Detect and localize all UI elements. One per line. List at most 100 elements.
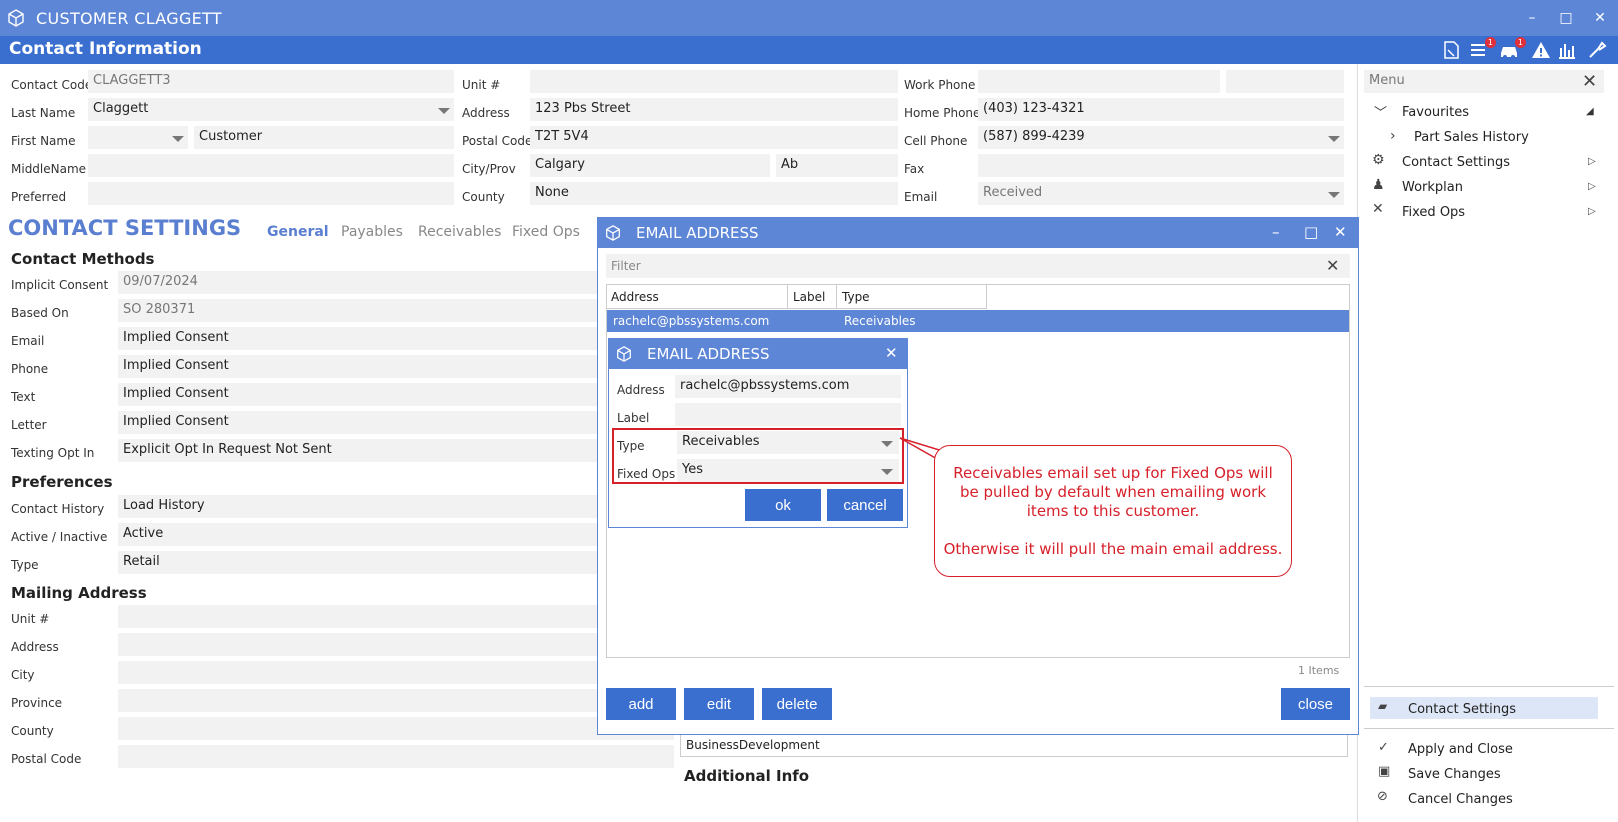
minimize-icon[interactable]: – (1272, 223, 1280, 241)
method-value[interactable]: Implied Consent (118, 383, 598, 406)
preferred-field[interactable] (88, 182, 454, 205)
menu-separator (1364, 686, 1614, 687)
triangle-right-icon[interactable]: ▷ (1588, 156, 1596, 167)
county-label: County (462, 190, 505, 204)
minimize-button[interactable]: – (1522, 8, 1542, 28)
close-window-button[interactable]: ✕ (1590, 8, 1610, 28)
chevron-down-icon[interactable] (438, 108, 450, 114)
cube-icon (617, 346, 631, 362)
method-value[interactable]: Explicit Opt In Request Not Sent (118, 439, 598, 462)
chevron-down-icon[interactable] (172, 136, 184, 142)
tools-icon[interactable] (1586, 39, 1608, 61)
close-icon[interactable]: ✕ (885, 344, 898, 362)
label-input[interactable] (675, 403, 901, 426)
mailing-field[interactable] (118, 605, 674, 628)
chart-icon[interactable] (1556, 39, 1578, 61)
maximize-button[interactable]: □ (1556, 8, 1576, 28)
pref-value[interactable]: Load History (118, 495, 598, 518)
last-name-label: Last Name (11, 106, 76, 120)
document-icon[interactable] (1440, 39, 1462, 61)
cancel-button[interactable]: cancel (827, 489, 903, 521)
pref-label: Active / Inactive (11, 530, 108, 544)
close-button[interactable]: close (1281, 688, 1350, 720)
postal-code-field[interactable]: T2T 5V4 (530, 126, 898, 149)
delete-button[interactable]: delete (762, 688, 832, 720)
mailing-label: Address (11, 640, 59, 654)
menu-search-input[interactable]: Menu (1364, 70, 1604, 93)
first-name-field[interactable]: Customer (194, 126, 454, 149)
mailing-field[interactable] (118, 633, 674, 656)
page-title: Contact Information (9, 39, 202, 59)
tab-fixed-ops[interactable]: Fixed Ops (512, 224, 580, 240)
email-address-input[interactable]: rachelc@pbssystems.com (675, 375, 901, 398)
add-button[interactable]: add (606, 688, 676, 720)
collapse-icon[interactable]: ◢ (1586, 106, 1594, 117)
method-label: Implicit Consent (11, 278, 109, 292)
table-row[interactable]: rachelc@pbssystems.com Receivables (607, 310, 1349, 332)
filter-placeholder: Filter (611, 259, 641, 273)
tab-receivables[interactable]: Receivables (418, 224, 501, 240)
selected-contact-settings[interactable]: Contact Settings (1408, 702, 1516, 717)
menu-fixed-ops[interactable]: Fixed Ops (1402, 205, 1465, 220)
maximize-icon[interactable]: □ (1304, 223, 1318, 241)
method-value: 09/07/2024 (118, 271, 598, 294)
work-ext-field[interactable] (1226, 70, 1344, 93)
column-header[interactable]: Address (611, 290, 659, 304)
mailing-field[interactable] (118, 717, 674, 740)
pref-value[interactable]: Retail (118, 551, 598, 574)
folder-icon: ▰ (1378, 699, 1388, 713)
close-icon[interactable]: ✕ (1582, 71, 1597, 92)
clear-filter-icon[interactable]: ✕ (1326, 256, 1339, 275)
method-label: Letter (11, 418, 47, 432)
method-value[interactable]: Implied Consent (118, 355, 598, 378)
cell-phone-field[interactable]: (587) 899-4239 (978, 126, 1344, 149)
mailing-field[interactable] (118, 745, 674, 768)
unit-field[interactable] (530, 70, 898, 93)
menu-favourites[interactable]: Favourites (1402, 105, 1469, 120)
chevron-down-icon[interactable]: ﹀ (1374, 102, 1387, 121)
middle-name-field[interactable] (88, 154, 454, 177)
mailing-label: City (11, 668, 35, 682)
tab-general[interactable]: General (267, 224, 329, 240)
list-alert-icon[interactable]: 1 (1468, 37, 1496, 61)
chevron-right-icon[interactable]: › (1390, 128, 1396, 144)
method-value[interactable]: Implied Consent (118, 411, 598, 434)
fax-field[interactable] (978, 154, 1344, 177)
city-field[interactable]: Calgary (530, 154, 770, 177)
chevron-down-icon[interactable] (1328, 136, 1340, 142)
chevron-down-icon[interactable] (1328, 192, 1340, 198)
mailing-field[interactable] (118, 689, 674, 712)
column-header[interactable]: Label (793, 290, 825, 304)
ok-button[interactable]: ok (745, 489, 821, 521)
column-header[interactable]: Type (842, 290, 870, 304)
close-icon[interactable]: ✕ (1334, 223, 1347, 241)
business-development-field[interactable]: BusinessDevelopment (680, 734, 1348, 757)
county-field[interactable]: None (530, 182, 898, 205)
row-type: Receivables (844, 314, 916, 328)
method-value[interactable]: Implied Consent (118, 327, 598, 350)
pref-value[interactable]: Active (118, 523, 598, 546)
menu-workplan[interactable]: Workplan (1402, 180, 1463, 195)
email-field[interactable]: Received (978, 182, 1344, 205)
address-label: Address (462, 106, 510, 120)
method-label: Texting Opt In (11, 446, 95, 460)
apply-and-close-button[interactable]: Apply and Close (1408, 742, 1513, 757)
work-phone-field[interactable] (978, 70, 1220, 93)
home-phone-field[interactable]: (403) 123-4321 (978, 98, 1344, 121)
province-field[interactable]: Ab (776, 154, 898, 177)
last-name-field[interactable]: Claggett (88, 98, 454, 121)
menu-contact-settings[interactable]: Contact Settings (1402, 155, 1510, 170)
address-field[interactable]: 123 Pbs Street (530, 98, 898, 121)
warning-icon[interactable] (1530, 39, 1552, 61)
car-alert-icon[interactable]: 1 (1498, 37, 1526, 61)
preferred-label: Preferred (11, 190, 67, 204)
mailing-field[interactable] (118, 661, 674, 684)
triangle-right-icon[interactable]: ▷ (1588, 181, 1596, 192)
edit-button[interactable]: edit (684, 688, 754, 720)
tab-payables[interactable]: Payables (341, 224, 403, 240)
cancel-changes-button[interactable]: Cancel Changes (1408, 792, 1513, 807)
filter-input[interactable]: Filter ✕ (606, 254, 1350, 278)
triangle-right-icon[interactable]: ▷ (1588, 206, 1596, 217)
menu-part-sales-history[interactable]: Part Sales History (1414, 130, 1529, 145)
save-changes-button[interactable]: Save Changes (1408, 767, 1501, 782)
